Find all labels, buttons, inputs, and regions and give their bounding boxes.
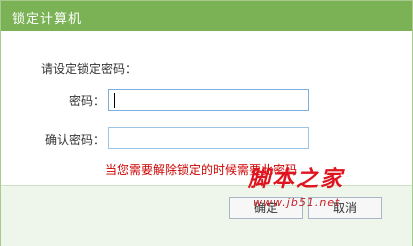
- lock-computer-dialog: 锁定计算机 请设定锁定密码： 密码： 确认密码： 当您需要解除锁定的时候需要此密…: [0, 0, 413, 246]
- confirm-password-label: 确认密码：: [44, 133, 105, 147]
- password-input[interactable]: [108, 89, 309, 111]
- password-label: 密码：: [68, 94, 105, 108]
- instruction-text: 请设定锁定密码：: [41, 62, 138, 76]
- watermark-url: www.jb51.net: [253, 196, 341, 209]
- watermark-logo: 脚本之家: [248, 166, 345, 192]
- dialog-footer: 确定 取消: [1, 185, 412, 246]
- dialog-title: 锁定计算机: [12, 12, 83, 27]
- text-caret: [114, 93, 115, 108]
- confirm-password-input[interactable]: [108, 127, 309, 149]
- dialog-titlebar: 锁定计算机: [1, 1, 412, 31]
